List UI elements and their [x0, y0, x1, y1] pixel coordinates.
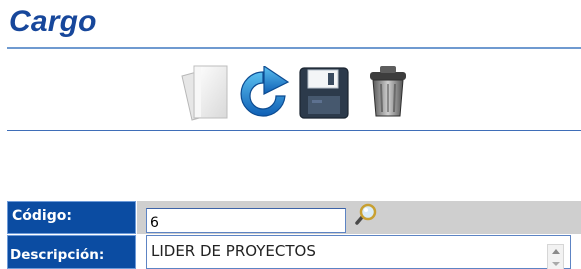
floppy-disk-icon [299, 67, 349, 119]
codigo-input[interactable] [146, 208, 346, 233]
codigo-label: Código: [7, 201, 136, 234]
page-title: Cargo [9, 5, 97, 38]
search-button[interactable] [353, 203, 379, 227]
save-button[interactable] [298, 66, 350, 120]
descripcion-label: Descripción: [7, 235, 136, 269]
descripcion-scrollbar[interactable] [547, 244, 564, 269]
toolbar [0, 60, 581, 122]
new-button[interactable] [178, 62, 230, 122]
codigo-row: Código: [7, 201, 581, 234]
descripcion-row: Descripción: LIDER DE PROYECTOS [7, 235, 581, 269]
descripcion-value: LIDER DE PROYECTOS [151, 242, 316, 260]
toolbar-divider [7, 130, 581, 131]
title-divider [7, 47, 581, 49]
new-document-icon [181, 65, 228, 121]
delete-button[interactable] [368, 64, 408, 120]
trash-can-icon [370, 66, 406, 117]
refresh-icon [240, 66, 290, 117]
scroll-up-icon[interactable] [552, 249, 560, 254]
descripcion-textarea[interactable]: LIDER DE PROYECTOS [146, 235, 571, 269]
scroll-down-icon[interactable] [552, 262, 560, 266]
cargo-page: Cargo Código: 6 Descripción: LIDER DE PR… [0, 0, 581, 269]
magnifier-icon [355, 203, 377, 225]
refresh-button[interactable] [234, 66, 292, 122]
